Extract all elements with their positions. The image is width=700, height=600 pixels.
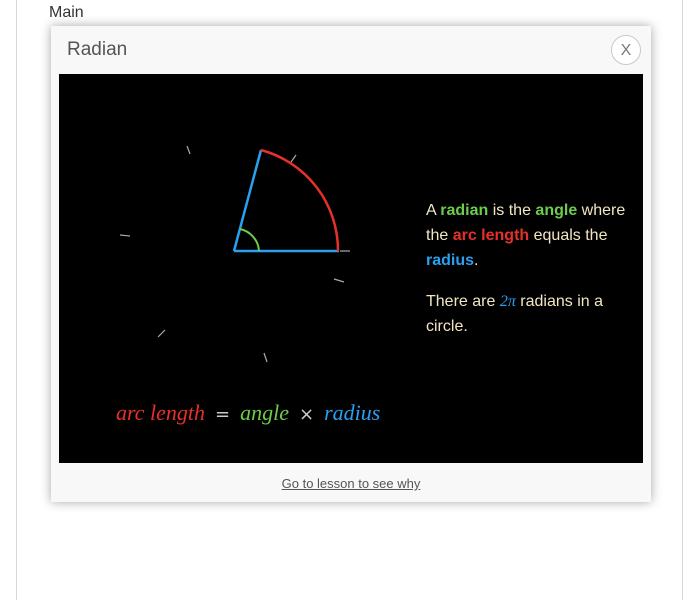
tick-mark-4 — [157, 329, 166, 338]
angle-arc-mark — [239, 228, 260, 252]
radius-line-top — [232, 149, 263, 252]
formula-times-sign: × — [298, 404, 315, 425]
text-period: . — [474, 252, 479, 269]
tick-mark-2 — [186, 145, 191, 155]
word-radian: radian — [440, 202, 489, 219]
word-arc-length: arc length — [452, 227, 530, 244]
tick-mark-3 — [119, 234, 131, 237]
circle-paragraph: There are 2π radians in a circle. — [426, 289, 631, 339]
definition-paragraph: A radian is the angle where the arc leng… — [426, 198, 631, 273]
radian-tick-marks — [119, 145, 350, 363]
arc-length-curve — [260, 148, 340, 252]
tick-mark-6 — [333, 278, 345, 283]
radian-explanation: A radian is the angle where the arc leng… — [426, 198, 631, 355]
formula-radius: radius — [324, 400, 381, 425]
close-icon: X — [620, 42, 632, 59]
two-pi-symbol: 2π — [499, 293, 516, 310]
word-radius: radius — [426, 252, 475, 269]
formula-arc-length: arc length — [116, 400, 205, 425]
text-there-are: There are — [426, 293, 496, 310]
text-a: A — [426, 202, 436, 219]
radian-modal: Radian X A radian is the angle where the… — [51, 26, 651, 502]
radian-illustration-panel: A radian is the angle where the arc leng… — [59, 74, 643, 463]
formula-equals-sign: = — [215, 404, 231, 425]
text-is-the: is the — [492, 202, 531, 219]
go-to-lesson-link[interactable]: Go to lesson to see why — [51, 476, 651, 491]
text-equals-the: equals the — [533, 227, 608, 244]
close-button[interactable]: X — [611, 35, 641, 65]
main-heading: Main — [49, 4, 84, 21]
tick-mark-1 — [290, 154, 297, 163]
tick-mark-5 — [263, 352, 268, 363]
radian-formula: arc length = angle × radius — [116, 400, 380, 426]
formula-angle: angle — [240, 400, 289, 425]
word-angle: angle — [535, 202, 578, 219]
modal-title: Radian — [67, 39, 128, 60]
